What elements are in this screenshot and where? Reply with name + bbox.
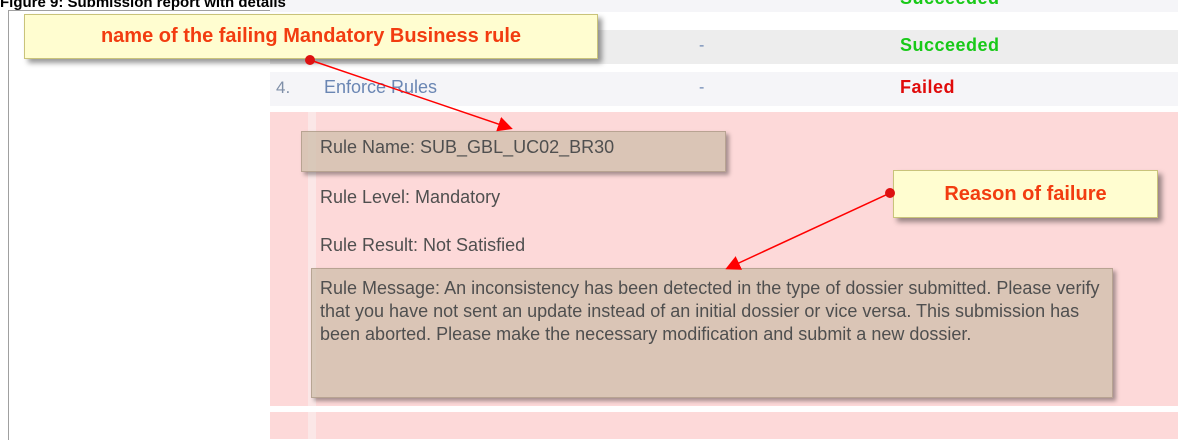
rule-message: Rule Message: An inconsistency has been …	[320, 278, 1100, 344]
table-row-enforce-rules[interactable]: 4. Enforce Rules - Failed	[270, 72, 1178, 106]
step-number: 4.	[276, 78, 291, 97]
rule-result: Rule Result: Not Satisfied	[320, 235, 526, 255]
rule-name: Rule Name: SUB_GBL_UC02_BR30	[320, 137, 615, 157]
status-succeeded: Succeeded	[900, 35, 1000, 55]
callout-reason-of-failure: Reason of failure	[893, 170, 1158, 218]
table-row	[270, 412, 1178, 439]
table-row: Succeeded	[270, 0, 1178, 12]
rule-level: Rule Level: Mandatory	[320, 187, 501, 207]
callout-rule-name: name of the failing Mandatory Business r…	[24, 14, 598, 59]
row-dash: -	[699, 79, 705, 96]
figure-caption: Figure 9: Submission report with details	[0, 0, 286, 11]
status-failed: Failed	[900, 77, 956, 97]
details-strip	[308, 412, 316, 439]
step-name-link[interactable]: Enforce Rules	[324, 77, 437, 98]
status-succeeded: Succeeded	[900, 0, 1000, 9]
row-dash: -	[699, 37, 705, 54]
